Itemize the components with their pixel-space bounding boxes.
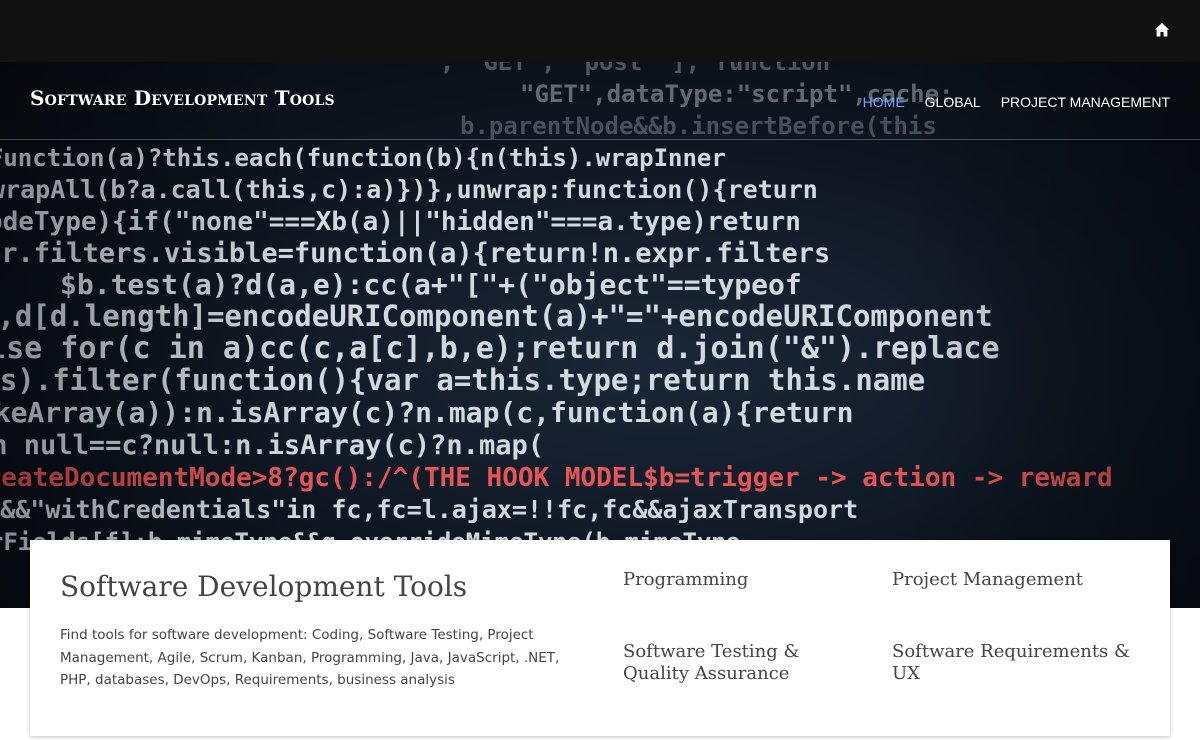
page-title: Software Development Tools [60,570,468,603]
category-software-requirements[interactable]: Software Requirements & UX [892,641,1132,685]
category-software-testing[interactable]: Software Testing & Quality Assurance [623,641,863,685]
site-title[interactable]: Software Development Tools [30,86,335,110]
code-line: wrapAll(b?a.call(this,c):a)})},unwrap:fu… [0,175,818,204]
nav-project-management[interactable]: PROJECT MANAGEMENT [1001,94,1170,110]
nav-home[interactable]: HOME [863,94,905,110]
top-bar [0,0,1200,62]
code-line: return null==c?null:n.isArray(c)?n.map( [0,430,544,461]
intro-card: Software Development Tools Find tools fo… [30,540,1170,736]
code-line: createDocumentMode>8?gc():/^(THE HOOK MO… [0,463,1113,493]
code-line: c.fc&&"withCredentials"in fc,fc=l.ajax=!… [0,495,858,524]
nav-global[interactable]: GLOBAL [925,94,981,110]
code-line: b,d[d.length]=encodeURIComponent(a)+"="+… [0,299,993,333]
code-line: isFunction(a)?this.each(function(b){n(th… [0,144,726,172]
site-header: Software Development Tools HOME GLOBAL P… [0,62,1200,140]
code-line: a.nodeType){if("none"===Xb(a)||"hidden"=… [0,207,801,237]
category-project-management[interactable]: Project Management [892,569,1132,591]
code-line: $b.test(a)?d(a,e):cc(a+"["+("object"==ty… [60,268,802,301]
code-line: makeArray(a)):n.isArray(c)?n.map(c,funct… [0,396,853,429]
code-line: n.expr.filters.visible=function(a){retur… [0,238,830,269]
code-line: (this).filter(function(){var a=this.type… [0,363,925,397]
code-background: ; "GET", "post" ], function"GET",dataTyp… [0,62,1113,588]
home-icon[interactable] [1154,22,1170,38]
main-nav: HOME GLOBAL PROJECT MANAGEMENT [863,94,1170,110]
hero-banner: ; "GET", "post" ], function "GET",dataTyp… [0,62,1200,608]
code-line: else for(c in a)cc(c,a[c],b,e);return d.… [0,331,1000,366]
page-description: Find tools for software development: Cod… [60,627,560,688]
category-programming[interactable]: Programming [623,569,863,591]
